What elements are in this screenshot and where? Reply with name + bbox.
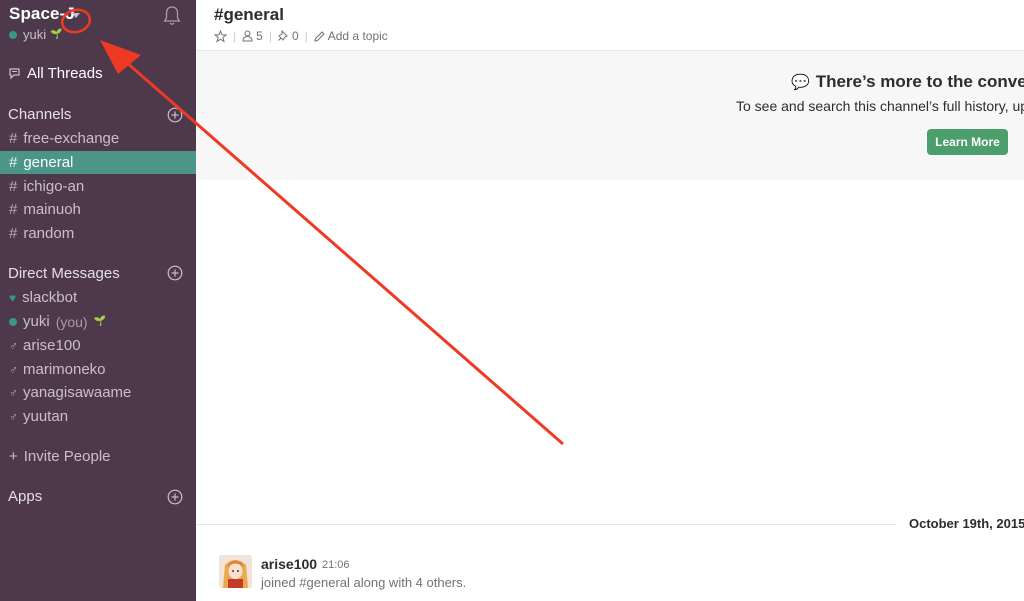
channel-item[interactable]: # free-exchange: [0, 127, 196, 150]
invite-people-link[interactable]: + Invite People: [0, 445, 196, 468]
team-name[interactable]: Space-J: [9, 4, 75, 24]
pin-icon: [278, 30, 288, 41]
plus-icon: +: [9, 448, 18, 465]
hash-icon: #: [9, 178, 18, 195]
presence-dot: [9, 30, 17, 39]
hash-icon: #: [9, 154, 18, 171]
dm-label: arise100: [23, 337, 81, 354]
avatar[interactable]: [219, 555, 252, 588]
pencil-icon: [314, 30, 325, 42]
add-topic-label: Add a topic: [327, 29, 388, 43]
date-divider: October 19th, 2015: [909, 516, 1024, 531]
gender-icon: ♂: [9, 409, 18, 424]
meta-separator: |: [268, 29, 272, 43]
sidebar: Space-J yuki 🌱 All Threads Channels # fr…: [0, 0, 196, 601]
dm-label: yuutan: [23, 408, 69, 425]
channels-heading[interactable]: Channels: [8, 106, 71, 123]
add-topic-link[interactable]: Add a topic: [314, 29, 388, 43]
banner-title-text: There’s more to the conversa: [815, 72, 1024, 91]
message-timestamp[interactable]: 21:06: [322, 559, 350, 571]
gender-icon: ♂: [9, 338, 18, 353]
invite-label: Invite People: [23, 448, 111, 465]
pinned-count[interactable]: 0: [278, 29, 299, 43]
apps-heading[interactable]: Apps: [8, 488, 42, 505]
meta-separator: |: [233, 29, 237, 43]
banner-title: 💬 There’s more to the conversa: [791, 72, 1024, 92]
channel-item[interactable]: # ichigo-an: [0, 175, 196, 198]
pinned-count-value: 0: [291, 29, 299, 43]
channel-title[interactable]: #general: [214, 5, 284, 25]
member-count[interactable]: 5: [242, 29, 263, 43]
date-divider-line: [196, 524, 896, 525]
add-channel-icon[interactable]: [167, 107, 183, 123]
member-count-value: 5: [256, 29, 263, 43]
dm-item[interactable]: ♂ marimoneko: [0, 358, 196, 381]
member-icon: [242, 30, 253, 42]
add-app-icon[interactable]: [167, 489, 183, 505]
channel-item-active[interactable]: # general: [0, 151, 196, 174]
message-text: joined #general along with 4 others.: [261, 575, 467, 590]
all-threads-link[interactable]: All Threads: [8, 65, 103, 82]
presence-dot: [9, 317, 17, 326]
you-suffix: (you): [55, 313, 88, 330]
status-emoji-icon: 🌱: [50, 29, 63, 40]
dm-item[interactable]: yuki (you) 🌱: [0, 310, 196, 333]
channel-header: #general | 5 | 0 | Add a topic: [196, 0, 1024, 51]
channel-meta: | 5 | 0 | Add a topic: [214, 29, 388, 43]
direct-messages-heading[interactable]: Direct Messages: [8, 265, 120, 282]
bell-icon[interactable]: [162, 5, 182, 27]
channel-label: general: [23, 154, 74, 171]
heart-icon: ♥: [9, 290, 17, 305]
channel-item[interactable]: # random: [0, 222, 196, 245]
speech-bubble-icon: 💬: [791, 74, 810, 91]
hash-icon: #: [9, 201, 18, 218]
meta-separator: |: [304, 29, 308, 43]
all-threads-label: All Threads: [27, 65, 103, 82]
current-user[interactable]: yuki 🌱: [9, 27, 63, 42]
hash-icon: #: [9, 225, 18, 242]
star-icon[interactable]: [214, 29, 227, 43]
dm-label: marimoneko: [23, 361, 106, 378]
dm-item[interactable]: ♂ arise100: [0, 334, 196, 357]
message-author[interactable]: arise100: [261, 556, 317, 572]
user-name: yuki: [23, 27, 47, 42]
banner-wave-edge: [196, 172, 1024, 177]
avatar-image: [219, 555, 252, 588]
threads-icon: [9, 68, 20, 80]
dm-label: yanagisawaame: [23, 384, 132, 401]
dm-label: slackbot: [22, 289, 78, 306]
hash-icon: #: [9, 130, 18, 147]
channel-label: random: [23, 225, 75, 242]
add-dm-icon[interactable]: [167, 265, 183, 281]
dm-item[interactable]: ♂ yuutan: [0, 405, 196, 428]
status-emoji-icon: 🌱: [93, 316, 107, 327]
upgrade-banner: 💬 There’s more to the conversa To see and…: [196, 51, 1024, 180]
channel-label: mainuoh: [23, 201, 81, 218]
channel-label: free-exchange: [23, 130, 120, 147]
channel-item[interactable]: # mainuoh: [0, 198, 196, 221]
gender-icon: ♂: [9, 362, 18, 377]
gender-icon: ♂: [9, 385, 18, 400]
banner-subtitle: To see and search this channel’s full hi…: [736, 98, 1024, 114]
dm-item[interactable]: ♂ yanagisawaame: [0, 381, 196, 404]
dm-label: yuki: [23, 313, 50, 330]
channel-label: ichigo-an: [23, 178, 85, 195]
dm-item[interactable]: ♥ slackbot: [0, 286, 196, 309]
chevron-down-icon[interactable]: [72, 13, 80, 18]
learn-more-button[interactable]: Learn More: [927, 129, 1008, 155]
